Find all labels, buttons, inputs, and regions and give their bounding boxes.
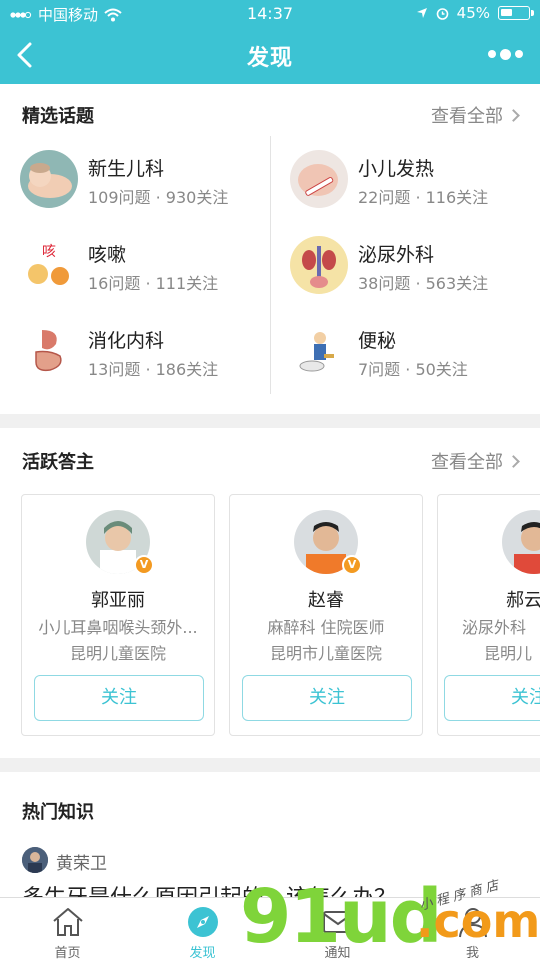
tab-label: 发现: [189, 946, 216, 960]
topic-meta: 13问题 · 186关注: [88, 360, 219, 379]
topic-item[interactable]: 消化内科 13问题 · 186关注: [20, 322, 270, 392]
tab-notifications[interactable]: 通知: [270, 898, 405, 960]
topic-name: 泌尿外科: [358, 244, 435, 266]
verified-badge: V: [342, 555, 362, 575]
page-title: 发现: [246, 46, 293, 71]
expert-name: 郝云: [506, 590, 540, 611]
expert-hospital: 昆明儿: [484, 644, 533, 663]
expert-card[interactable]: V 郭亚丽 小儿耳鼻咽喉头颈外... 昆明儿童医院 关注: [21, 494, 215, 736]
follow-button[interactable]: 关注: [242, 675, 412, 721]
follow-button[interactable]: 关注: [34, 675, 204, 721]
section-title: 活跃答主: [22, 452, 94, 473]
follow-button[interactable]: 关注: [444, 675, 540, 721]
expert-hospital: 昆明市儿童医院: [269, 644, 382, 663]
battery-percent: 45%: [456, 4, 490, 22]
digestive-illustration: [20, 322, 78, 380]
tab-label: 我: [465, 946, 479, 960]
see-all-label: 查看全部: [431, 452, 503, 473]
svg-text:咳: 咳: [42, 244, 56, 260]
expert-name: 赵睿: [308, 590, 344, 611]
more-icon[interactable]: [488, 44, 524, 64]
topic-name: 小儿发热: [358, 158, 435, 180]
chevron-right-icon: [507, 454, 520, 468]
topic-meta: 109问题 · 930关注: [88, 188, 229, 207]
section-title: 热门知识: [22, 802, 94, 823]
topic-item[interactable]: 小儿发热 22问题 · 116关注: [290, 150, 540, 220]
status-bar: 中国移动 14:37 45%: [0, 0, 540, 28]
verified-badge: V: [134, 555, 154, 575]
tab-home[interactable]: 首页: [0, 898, 135, 960]
topic-meta: 38问题 · 563关注: [358, 274, 489, 293]
chevron-right-icon: [507, 108, 520, 122]
topic-item[interactable]: 新生儿科 109问题 · 930关注: [20, 150, 270, 220]
hot-knowledge-section: 热门知识: [0, 772, 540, 897]
expert-card[interactable]: V 郝云 泌尿外科 昆明儿 关注: [437, 494, 540, 736]
see-all-experts-link[interactable]: 查看全部: [431, 448, 520, 474]
tab-discover[interactable]: 发现: [135, 898, 270, 960]
tab-bar: 首页 发现 通知 我: [0, 897, 540, 960]
author-name[interactable]: 黄荣卫: [56, 849, 107, 874]
topic-name: 新生儿科: [88, 158, 165, 180]
expert-name: 郭亚丽: [91, 590, 145, 611]
expert-department: 小儿耳鼻咽喉头颈外...: [38, 618, 198, 637]
tab-label: 通知: [324, 946, 351, 960]
mail-icon: [323, 911, 353, 933]
newborn-photo: [20, 150, 78, 208]
battery-icon: [498, 6, 534, 20]
fever-photo: [290, 150, 348, 208]
tab-label: 首页: [54, 946, 81, 960]
topic-name: 咳嗽: [88, 244, 127, 266]
top-bar: 中国移动 14:37 45% 发现: [0, 0, 540, 84]
topic-name: 消化内科: [88, 330, 165, 352]
expert-hospital: 昆明儿童医院: [69, 644, 166, 663]
expert-department: 麻醉科 住院医师: [267, 618, 385, 637]
nav-bar: 发现: [0, 28, 540, 84]
user-icon: [459, 908, 487, 938]
topic-item[interactable]: 泌尿外科 38问题 · 563关注: [290, 236, 540, 306]
topic-meta: 7问题 · 50关注: [358, 360, 468, 379]
topic-item[interactable]: 咳 咳嗽 16问题 · 111关注: [20, 236, 270, 306]
author-avatar[interactable]: [22, 847, 48, 873]
urology-illustration: [290, 236, 348, 294]
divider: [270, 136, 271, 394]
compass-icon: [188, 907, 218, 937]
see-all-label: 查看全部: [431, 106, 503, 127]
expert-department: 泌尿外科: [462, 618, 527, 637]
topic-name: 便秘: [358, 330, 397, 352]
location-icon: [416, 8, 427, 18]
expert-card[interactable]: V 赵睿 麻醉科 住院医师 昆明市儿童医院 关注: [229, 494, 423, 736]
constipation-illustration: [290, 322, 348, 380]
avatar: [502, 510, 540, 574]
see-all-topics-link[interactable]: 查看全部: [431, 102, 520, 128]
topic-meta: 16问题 · 111关注: [88, 274, 219, 293]
alarm-icon: [436, 7, 448, 20]
home-icon: [53, 908, 83, 936]
topic-meta: 22问题 · 116关注: [358, 188, 489, 207]
tab-me[interactable]: 我: [405, 898, 540, 960]
topic-item[interactable]: 便秘 7问题 · 50关注: [290, 322, 540, 392]
section-title: 精选话题: [22, 106, 94, 127]
cough-illustration: 咳: [20, 236, 78, 294]
